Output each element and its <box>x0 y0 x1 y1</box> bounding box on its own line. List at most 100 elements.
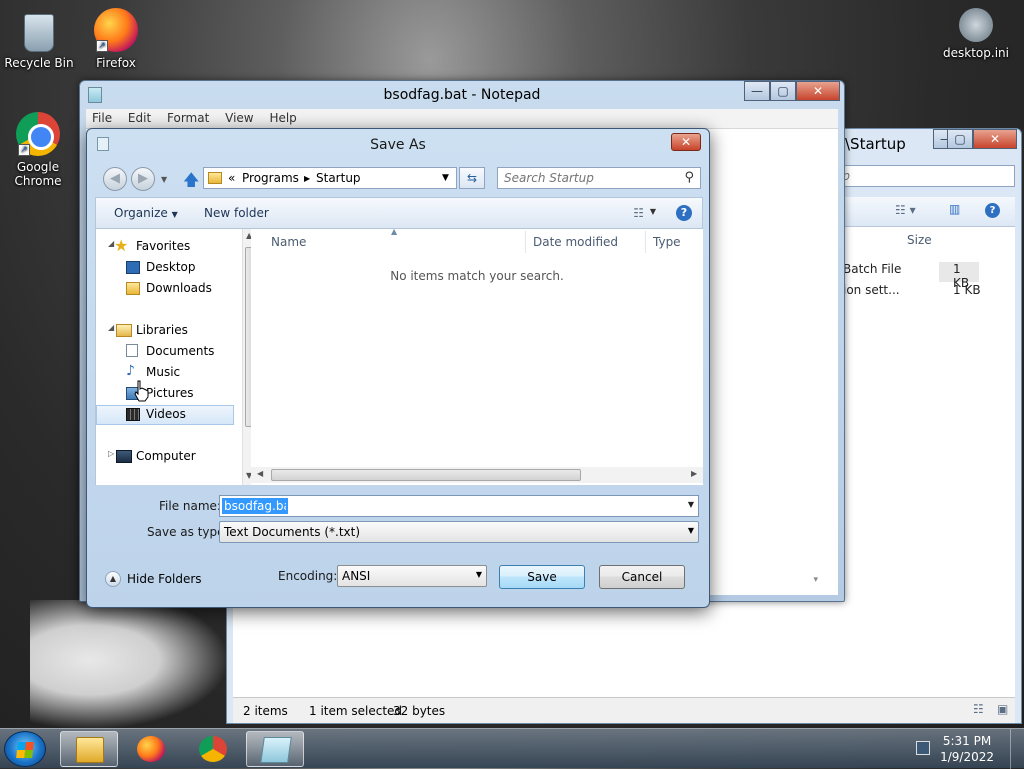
status-selected: 1 item selected <box>309 704 403 718</box>
close-button[interactable]: ✕ <box>796 81 840 101</box>
chevron-up-icon: ▲ <box>105 571 121 587</box>
details-view-icon[interactable]: ☷ <box>973 702 984 716</box>
save-as-dialog[interactable]: Save As ✕ ◀ ▶ ▼ 🡅 « Programs ▶ Startup ▼… <box>86 128 710 608</box>
help-icon[interactable]: ? <box>676 205 692 221</box>
desktop-icon-chrome[interactable]: ↗ Google Chrome <box>3 112 73 188</box>
start-button[interactable] <box>4 731 46 767</box>
downloads-folder-icon <box>126 282 140 295</box>
column-header-size[interactable]: Size <box>907 233 932 247</box>
taskbar-explorer[interactable] <box>60 731 118 767</box>
breadcrumb-startup[interactable]: Startup <box>316 171 361 185</box>
clock[interactable]: 5:31 PM 1/9/2022 <box>940 733 994 765</box>
file-list-horizontal-scrollbar[interactable]: ◀ ▶ <box>251 467 703 483</box>
new-folder-button[interactable]: New folder <box>204 206 269 220</box>
status-bytes: 32 bytes <box>393 704 446 718</box>
maximize-button[interactable]: ▢ <box>770 81 796 101</box>
videos-filmstrip-icon <box>126 408 140 421</box>
collapse-arrow-icon[interactable]: ◢ <box>108 323 114 332</box>
breadcrumb-programs[interactable]: Programs <box>242 171 299 185</box>
file-name-field[interactable]: ▼ <box>219 495 699 517</box>
column-separator[interactable] <box>645 231 646 253</box>
table-row[interactable]: Batch File 1 KB <box>843 262 979 290</box>
empty-message: No items match your search. <box>390 269 564 283</box>
desktop-icon-firefox[interactable]: ↗ Firefox <box>80 8 152 70</box>
dialog-title: Save As <box>370 137 426 153</box>
scroll-left-arrow-icon[interactable]: ◀ <box>257 469 263 478</box>
back-button[interactable]: ◀ <box>103 167 127 191</box>
file-name-input[interactable] <box>222 498 288 514</box>
column-header-type[interactable]: Type <box>653 235 681 249</box>
save-as-type-dropdown-icon[interactable]: ▼ <box>688 526 694 535</box>
show-desktop-button[interactable] <box>1010 729 1024 769</box>
help-icon[interactable]: ? <box>985 203 1000 218</box>
music-note-icon: ♪ <box>126 363 135 379</box>
desktop-icon-desktop-ini[interactable]: desktop.ini <box>938 8 1014 60</box>
tiles-view-icon[interactable]: ▣ <box>997 702 1008 716</box>
refresh-button[interactable]: ⇆ <box>459 167 485 189</box>
save-button[interactable]: Save <box>499 565 585 589</box>
network-icon[interactable] <box>916 741 930 755</box>
encoding-dropdown-icon[interactable]: ▼ <box>476 570 482 579</box>
menu-format[interactable]: Format <box>161 109 215 125</box>
scroll-down-arrow-icon[interactable]: ▾ <box>813 575 818 585</box>
taskbar-firefox[interactable] <box>122 731 180 767</box>
explorer-folder-icon <box>76 737 104 763</box>
libraries-icon <box>116 324 132 337</box>
menu-help[interactable]: Help <box>263 109 302 125</box>
wallpaper-figure <box>30 600 230 730</box>
hand-cursor-icon <box>134 380 149 402</box>
search-icon[interactable]: ⚲ <box>684 170 694 185</box>
nav-label: Favorites <box>136 239 191 253</box>
encoding-select[interactable]: ANSI ▼ <box>337 565 487 587</box>
column-header-date-modified[interactable]: Date modified <box>533 235 618 249</box>
expand-arrow-icon[interactable]: ▷ <box>108 449 114 458</box>
address-bar[interactable]: « Programs ▶ Startup ▼ <box>203 167 457 189</box>
nav-label: Pictures <box>146 386 194 400</box>
forward-button[interactable]: ▶ <box>131 167 155 191</box>
organize-label: Organize <box>114 206 168 220</box>
sort-arrow-icon: ▲ <box>391 227 398 236</box>
menu-file[interactable]: File <box>86 109 118 125</box>
file-type: Batch File <box>843 262 902 276</box>
minimize-button[interactable]: — <box>744 81 770 101</box>
breadcrumb-separator-icon[interactable]: ▶ <box>304 174 310 183</box>
column-header-name[interactable]: Name <box>271 235 306 249</box>
address-dropdown-icon[interactable]: ▼ <box>442 173 449 183</box>
dialog-close-button[interactable]: ✕ <box>671 133 701 151</box>
breadcrumb-overflow[interactable]: « <box>228 171 235 185</box>
taskbar-chrome[interactable] <box>184 731 242 767</box>
desktop-icon <box>126 261 140 274</box>
file-name-dropdown-icon[interactable]: ▼ <box>688 500 694 509</box>
dialog-toolbar: Organize ▼ New folder ☷ ▼ ? <box>95 197 703 229</box>
maximize-button[interactable]: ▢ <box>947 129 973 149</box>
desktop-icon-recycle-bin[interactable]: Recycle Bin <box>3 8 75 70</box>
scrollbar-thumb[interactable] <box>271 469 581 481</box>
taskbar-notepad[interactable] <box>246 731 304 767</box>
up-folder-icon[interactable]: 🡅 <box>183 169 199 196</box>
file-size: 1 KB <box>953 283 981 297</box>
close-button[interactable]: ✕ <box>973 129 1017 149</box>
cancel-button[interactable]: Cancel <box>599 565 685 589</box>
views-icon[interactable]: ☷ ▾ <box>895 203 916 217</box>
scroll-right-arrow-icon[interactable]: ▶ <box>691 469 697 478</box>
clock-date: 1/9/2022 <box>940 750 994 764</box>
computer-icon <box>116 450 132 463</box>
nav-label: Music <box>146 365 181 379</box>
change-view-icon[interactable]: ☷ <box>633 206 644 220</box>
recent-locations-dropdown-icon[interactable]: ▼ <box>161 175 167 184</box>
file-list-pane[interactable]: Name ▲ Date modified Type No items match… <box>251 227 703 485</box>
hide-folders-label: Hide Folders <box>127 572 202 586</box>
nav-label: Computer <box>136 449 196 463</box>
file-name-label: File name: <box>159 499 221 513</box>
search-input[interactable] <box>498 168 674 188</box>
recycle-bin-icon <box>24 14 54 52</box>
view-dropdown-icon[interactable]: ▼ <box>650 207 656 216</box>
preview-pane-icon[interactable]: ▥ <box>949 202 960 216</box>
save-as-type-select[interactable]: Text Documents (*.txt) ▼ <box>219 521 699 543</box>
menu-edit[interactable]: Edit <box>122 109 157 125</box>
menu-view[interactable]: View <box>219 109 259 125</box>
organize-button[interactable]: Organize ▼ <box>114 206 178 220</box>
column-separator[interactable] <box>525 231 526 253</box>
search-box[interactable]: ⚲ <box>497 167 701 189</box>
nav-label: Downloads <box>146 281 212 295</box>
